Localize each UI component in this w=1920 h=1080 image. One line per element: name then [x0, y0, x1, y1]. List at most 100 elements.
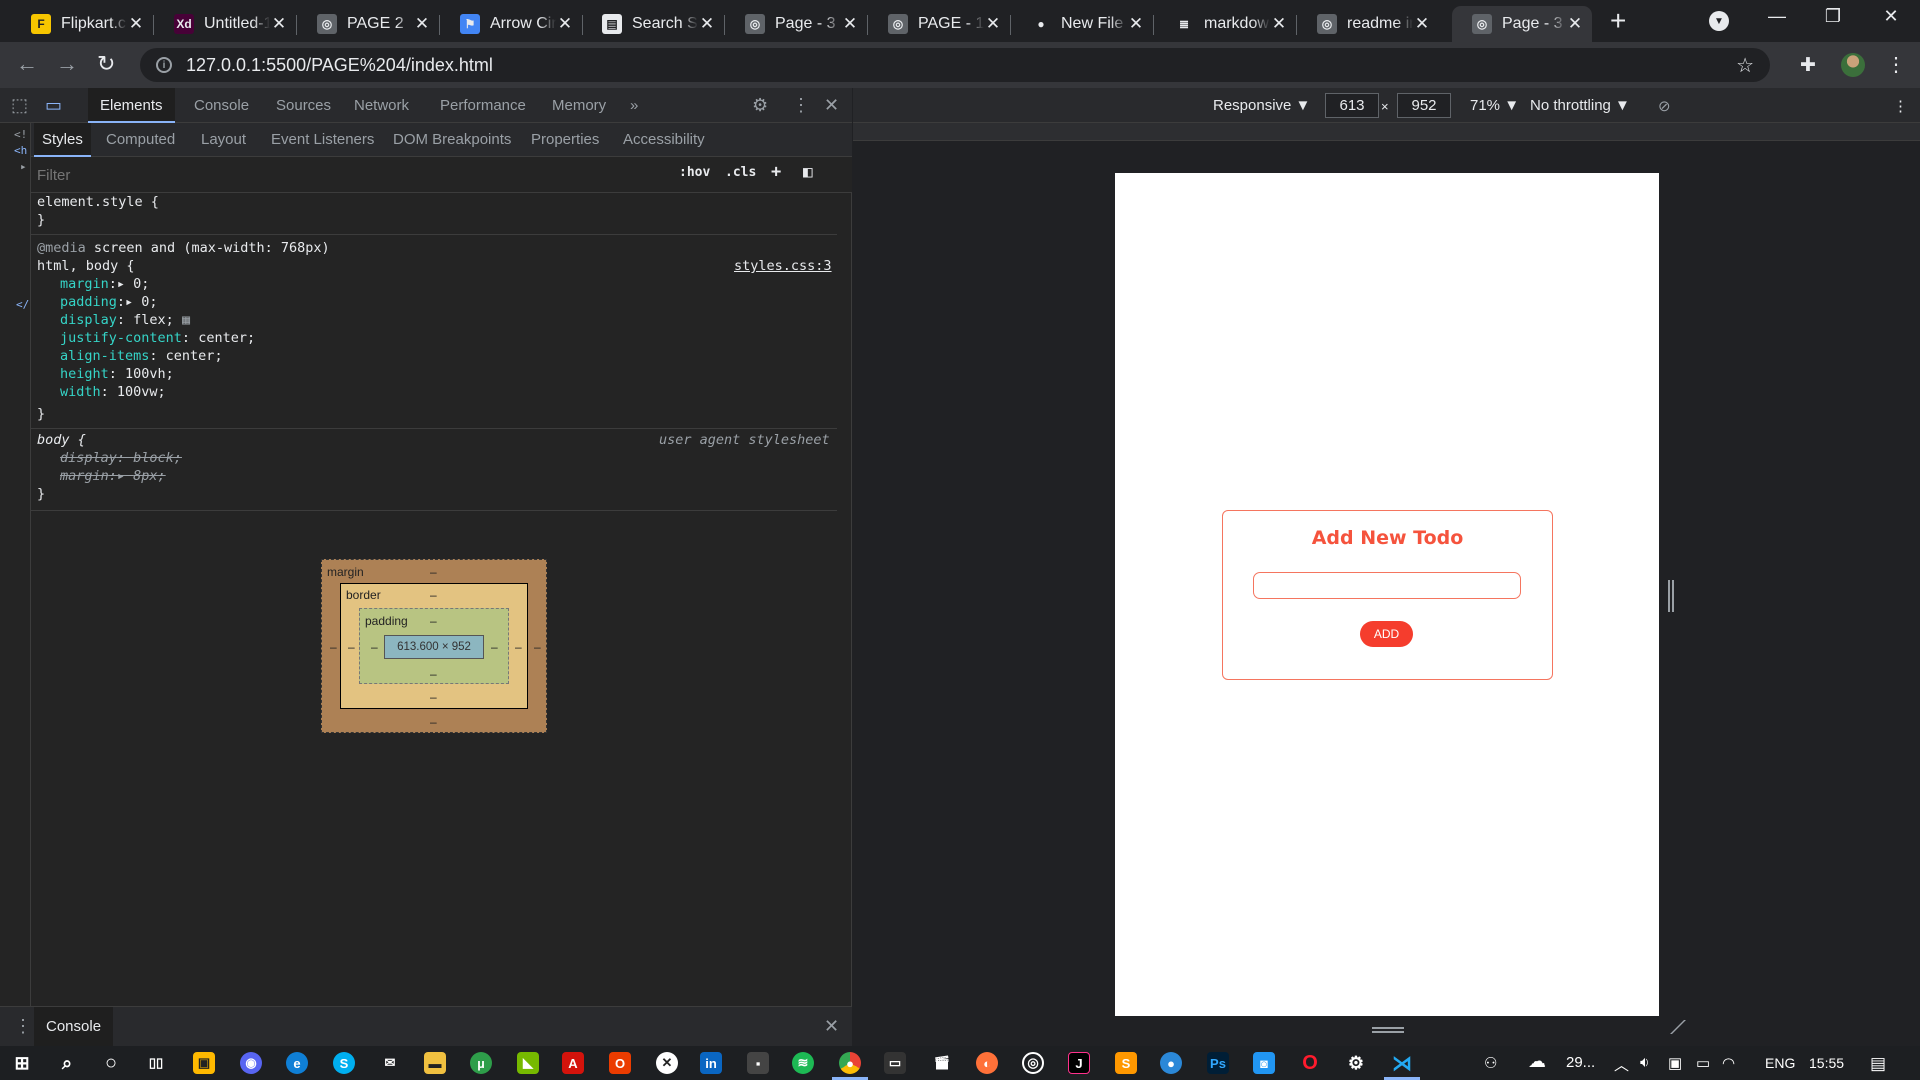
css-property-value[interactable]: 100vw;: [117, 384, 166, 400]
bookmark-star-icon[interactable]: ☆: [1736, 53, 1754, 78]
margin-top-value[interactable]: –: [430, 565, 437, 579]
styles-tab-styles[interactable]: Styles: [34, 123, 91, 157]
utorrent-icon[interactable]: µ: [470, 1052, 492, 1074]
chrome-menu-icon[interactable]: ⋮: [1886, 52, 1906, 77]
styles-filter-input[interactable]: [37, 162, 663, 188]
address-bar[interactable]: i 127.0.0.1:5500/PAGE%204/index.html ☆: [140, 48, 1770, 82]
css-property-name[interactable]: width: [60, 384, 101, 400]
devtools-tab-memory[interactable]: Memory: [540, 88, 618, 123]
inspect-element-icon[interactable]: ⬚: [11, 95, 28, 116]
chrome-icon[interactable]: ●: [839, 1052, 861, 1074]
css-property-value[interactable]: 8px;: [133, 468, 166, 484]
file-explorer-icon[interactable]: ▬: [424, 1052, 446, 1074]
photoshop-icon[interactable]: Ps: [1207, 1052, 1229, 1074]
extensions-puzzle-icon[interactable]: ✚: [1800, 54, 1816, 77]
vscode-icon[interactable]: ⋊: [1391, 1052, 1413, 1075]
back-arrow-icon[interactable]: ←: [16, 51, 38, 77]
app-icon[interactable]: ▪: [747, 1052, 769, 1074]
devtools-tab-sources[interactable]: Sources: [264, 88, 343, 123]
browser-tab[interactable]: ◎ readme in ✕: [1297, 6, 1439, 42]
browser-tab[interactable]: ◎ Page - 3 ✕: [725, 6, 867, 42]
devtools-tab-elements[interactable]: Elements: [88, 88, 175, 123]
url-text[interactable]: 127.0.0.1:5500/PAGE%204/index.html: [186, 55, 493, 76]
box-model-border[interactable]: border – – – – padding – – – – 613.600 ×…: [340, 583, 528, 709]
rotate-device-icon[interactable]: ⊘: [1658, 97, 1671, 115]
zoom-selector[interactable]: 71% ▼: [1470, 97, 1519, 114]
css-property-name[interactable]: align-items: [60, 348, 149, 364]
discord-icon[interactable]: ◉: [240, 1052, 262, 1074]
jetbrains-icon[interactable]: J: [1068, 1052, 1090, 1074]
css-property-value[interactable]: center;: [198, 330, 255, 346]
padding-top-value[interactable]: –: [430, 614, 437, 628]
cortana-icon[interactable]: ○: [100, 1052, 122, 1074]
css-declaration[interactable]: margin:▸ 0;: [60, 276, 149, 292]
opera-icon[interactable]: O: [1299, 1052, 1321, 1074]
css-property-name[interactable]: display: [60, 450, 117, 466]
linkedin-icon[interactable]: in: [700, 1052, 722, 1074]
box-model-margin[interactable]: margin – – – – border – – – – padding – …: [321, 559, 547, 733]
new-tab-plus-icon[interactable]: +: [1610, 7, 1626, 35]
windows-start-icon[interactable]: ⊞: [11, 1052, 33, 1074]
body-ua-selector[interactable]: body {: [37, 432, 86, 448]
mail-icon[interactable]: ✉: [379, 1052, 401, 1074]
css-property-value[interactable]: center;: [166, 348, 223, 364]
css-declaration[interactable]: display: block;: [60, 450, 182, 466]
acrobat-icon[interactable]: A: [562, 1052, 584, 1074]
battery-icon[interactable]: ▭: [1696, 1054, 1710, 1072]
profile-avatar[interactable]: [1841, 53, 1865, 77]
device-selector[interactable]: Responsive ▼: [1213, 97, 1310, 114]
browser-tab[interactable]: Xd Untitled-1 ✕: [154, 6, 296, 42]
sublime-icon[interactable]: S: [1115, 1052, 1137, 1074]
css-declaration[interactable]: padding:▸ 0;: [60, 294, 158, 310]
more-tabs-icon[interactable]: »: [618, 88, 650, 123]
app-blue-icon[interactable]: ●: [1160, 1052, 1182, 1074]
language-indicator[interactable]: ENG: [1765, 1055, 1795, 1071]
devtools-tab-console[interactable]: Console: [182, 88, 261, 123]
weather-temp[interactable]: 29...: [1566, 1054, 1595, 1071]
padding-right-value[interactable]: –: [491, 640, 498, 654]
meet-now-icon[interactable]: ▣: [1668, 1054, 1682, 1072]
close-tab-icon[interactable]: ✕: [698, 14, 716, 34]
border-left-value[interactable]: –: [348, 640, 355, 654]
styles-tab-properties[interactable]: Properties: [523, 123, 607, 157]
html-body-selector[interactable]: html, body {: [37, 258, 135, 274]
resize-corner-handle[interactable]: [1658, 1020, 1686, 1034]
close-tab-icon[interactable]: ✕: [556, 14, 574, 34]
edge-icon[interactable]: e: [286, 1052, 308, 1074]
restore-window-icon[interactable]: ❐: [1808, 6, 1858, 27]
border-bottom-value[interactable]: –: [430, 690, 437, 704]
css-property-name[interactable]: justify-content: [60, 330, 182, 346]
search-icon[interactable]: ⌕: [56, 1052, 78, 1074]
css-declaration[interactable]: align-items: center;: [60, 348, 223, 364]
add-todo-button[interactable]: ADD: [1360, 621, 1413, 647]
nvidia-icon[interactable]: ◣: [517, 1052, 539, 1074]
margin-left-value[interactable]: –: [330, 640, 337, 654]
weather-cloud-icon[interactable]: ☁: [1528, 1051, 1546, 1072]
store-icon[interactable]: ▣: [193, 1052, 215, 1074]
wifi-icon[interactable]: ◠: [1722, 1054, 1735, 1072]
css-declaration[interactable]: height: 100vh;: [60, 366, 174, 382]
resize-height-handle[interactable]: [1372, 1027, 1404, 1033]
toggle-sidebar-icon[interactable]: ◧: [803, 162, 813, 181]
styles-tab-event-listeners[interactable]: Event Listeners: [263, 123, 382, 157]
padding-bottom-value[interactable]: –: [430, 667, 437, 681]
css-declaration[interactable]: justify-content: center;: [60, 330, 255, 346]
border-top-value[interactable]: –: [430, 588, 437, 602]
css-declaration[interactable]: margin:▸ 8px;: [60, 468, 166, 484]
site-info-icon[interactable]: i: [156, 57, 172, 73]
css-property-value[interactable]: 0;: [141, 294, 157, 310]
margin-right-value[interactable]: –: [534, 640, 541, 654]
browser-tab[interactable]: ◎ PAGE - 1 ✕: [868, 6, 1010, 42]
close-tab-icon[interactable]: ✕: [841, 14, 859, 34]
close-tab-icon[interactable]: ✕: [413, 14, 431, 34]
xbox-icon[interactable]: ✕: [656, 1052, 678, 1074]
styles-tab-dom-breakpoints[interactable]: DOM Breakpoints: [385, 123, 519, 157]
media-query-ruler[interactable]: [853, 123, 1920, 141]
styles-tab-accessibility[interactable]: Accessibility: [615, 123, 713, 157]
hov-toggle[interactable]: :hov: [679, 165, 710, 180]
firefox-icon[interactable]: ◐: [976, 1052, 998, 1074]
browser-tab[interactable]: ◎ PAGE 2 ✕: [297, 6, 439, 42]
css-property-value[interactable]: 0;: [133, 276, 149, 292]
padding-left-value[interactable]: –: [371, 640, 378, 654]
browser-tab[interactable]: ● New File ✕: [1011, 6, 1153, 42]
